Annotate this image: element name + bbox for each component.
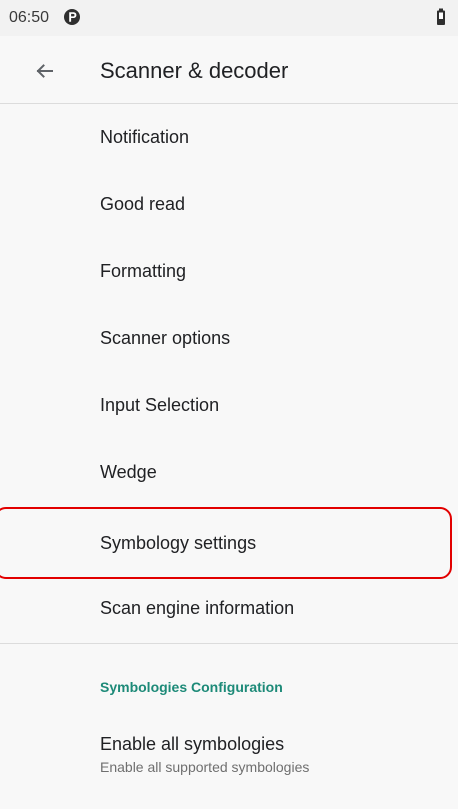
status-time: 06:50 — [9, 9, 50, 26]
battery-icon — [436, 8, 446, 26]
section-divider — [0, 643, 458, 644]
app-bar: Scanner & decoder — [0, 36, 458, 104]
enable-all-symbologies-item[interactable]: Enable all symbologies Enable all suppor… — [0, 720, 458, 790]
settings-item-scan-engine-information[interactable]: Scan engine information — [0, 575, 458, 642]
settings-item-label: Good read — [100, 194, 186, 214]
back-button[interactable] — [28, 56, 60, 86]
settings-item-label: Scanner options — [100, 328, 231, 348]
settings-item-wedge[interactable]: Wedge — [0, 439, 458, 506]
settings-item-label: Symbology settings — [100, 533, 257, 553]
settings-item-label: Formatting — [100, 261, 187, 281]
settings-item-good-read[interactable]: Good read — [0, 171, 458, 238]
settings-item-label: Wedge — [100, 462, 157, 482]
settings-item-formatting[interactable]: Formatting — [0, 238, 458, 305]
status-bar: 06:50 — [0, 0, 458, 36]
enable-all-symbologies-title: Enable all symbologies — [100, 734, 285, 754]
alert-circle-icon — [63, 8, 81, 26]
settings-item-notification[interactable]: Notification — [0, 104, 458, 171]
arrow-back-icon — [36, 64, 53, 78]
settings-item-scanner-options[interactable]: Scanner options — [0, 305, 458, 372]
settings-item-label: Notification — [100, 127, 190, 147]
settings-item-label: Input Selection — [100, 395, 220, 415]
settings-item-symbology-settings[interactable]: Symbology settings — [0, 510, 458, 577]
enable-all-symbologies-summary: Enable all supported symbologies — [100, 759, 310, 775]
page-title: Scanner & decoder — [100, 58, 289, 83]
settings-item-input-selection[interactable]: Input Selection — [0, 372, 458, 439]
settings-item-label: Scan engine information — [100, 598, 295, 618]
symbologies-configuration-header: Symbologies Configuration — [100, 679, 283, 695]
